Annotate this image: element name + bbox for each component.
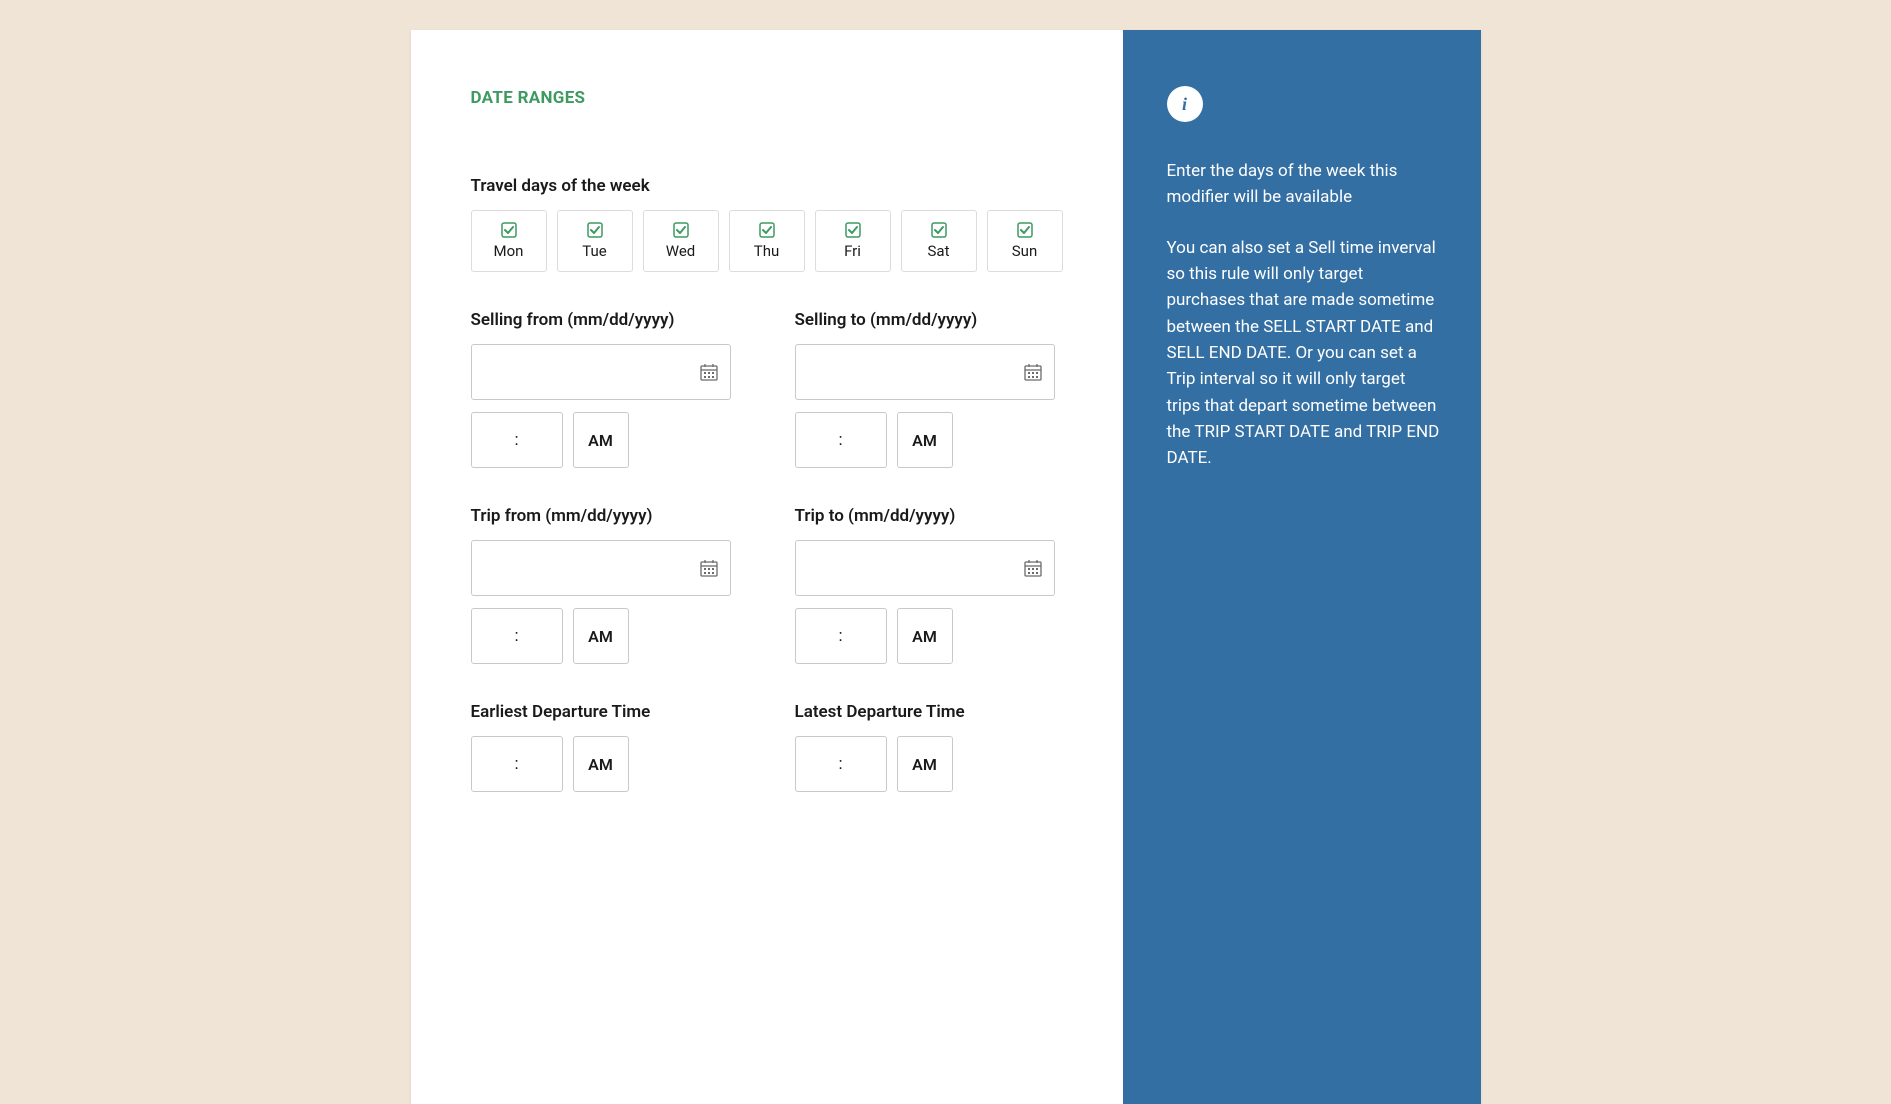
checkbox-checked-icon bbox=[673, 222, 689, 238]
section-title: DATE RANGES bbox=[471, 88, 1063, 108]
trip-to-date-input[interactable] bbox=[795, 540, 1055, 596]
date-ranges-container: DATE RANGES Travel days of the week Mon … bbox=[411, 30, 1481, 1104]
day-toggle-fri[interactable]: Fri bbox=[815, 210, 891, 272]
selling-to-time-input[interactable]: : bbox=[795, 412, 887, 468]
checkbox-checked-icon bbox=[587, 222, 603, 238]
selling-from-label: Selling from (mm/dd/yyyy) bbox=[471, 310, 731, 330]
selling-from-date-field[interactable] bbox=[484, 363, 700, 381]
trip-from-ampm-toggle[interactable]: AM bbox=[573, 608, 629, 664]
calendar-icon bbox=[700, 559, 718, 577]
earliest-departure-ampm-toggle[interactable]: AM bbox=[573, 736, 629, 792]
day-label: Sat bbox=[928, 242, 950, 260]
day-toggle-mon[interactable]: Mon bbox=[471, 210, 547, 272]
info-side-panel: i Enter the days of the week this modifi… bbox=[1123, 30, 1481, 1104]
selling-from-ampm-toggle[interactable]: AM bbox=[573, 412, 629, 468]
day-label: Wed bbox=[666, 242, 696, 260]
day-label: Fri bbox=[844, 242, 861, 260]
selling-from-date-input[interactable] bbox=[471, 344, 731, 400]
latest-departure-ampm-toggle[interactable]: AM bbox=[897, 736, 953, 792]
earliest-departure-time-input[interactable]: : bbox=[471, 736, 563, 792]
earliest-departure-label: Earliest Departure Time bbox=[471, 702, 731, 722]
info-icon: i bbox=[1167, 86, 1203, 122]
checkbox-checked-icon bbox=[845, 222, 861, 238]
day-toggle-wed[interactable]: Wed bbox=[643, 210, 719, 272]
trip-to-ampm-toggle[interactable]: AM bbox=[897, 608, 953, 664]
trip-from-time-input[interactable]: : bbox=[471, 608, 563, 664]
day-label: Sun bbox=[1012, 242, 1037, 260]
day-label: Thu bbox=[754, 242, 779, 260]
trip-to-date-field[interactable] bbox=[808, 559, 1024, 577]
day-label: Tue bbox=[582, 242, 606, 260]
day-toggle-tue[interactable]: Tue bbox=[557, 210, 633, 272]
checkbox-checked-icon bbox=[759, 222, 775, 238]
day-toggle-sat[interactable]: Sat bbox=[901, 210, 977, 272]
trip-from-date-field[interactable] bbox=[484, 559, 700, 577]
checkbox-checked-icon bbox=[931, 222, 947, 238]
latest-departure-label: Latest Departure Time bbox=[795, 702, 1055, 722]
calendar-icon bbox=[1024, 559, 1042, 577]
day-toggle-sun[interactable]: Sun bbox=[987, 210, 1063, 272]
info-paragraph-2: You can also set a Sell time inverval so… bbox=[1167, 235, 1441, 472]
days-of-week-row: Mon Tue Wed Thu Fri bbox=[471, 210, 1063, 272]
trip-from-label: Trip from (mm/dd/yyyy) bbox=[471, 506, 731, 526]
trip-from-date-input[interactable] bbox=[471, 540, 731, 596]
calendar-icon bbox=[700, 363, 718, 381]
checkbox-checked-icon bbox=[501, 222, 517, 238]
selling-to-label: Selling to (mm/dd/yyyy) bbox=[795, 310, 1055, 330]
day-toggle-thu[interactable]: Thu bbox=[729, 210, 805, 272]
selling-to-date-input[interactable] bbox=[795, 344, 1055, 400]
selling-to-date-field[interactable] bbox=[808, 363, 1024, 381]
main-form-panel: DATE RANGES Travel days of the week Mon … bbox=[411, 30, 1123, 1104]
day-label: Mon bbox=[494, 242, 524, 260]
selling-from-time-input[interactable]: : bbox=[471, 412, 563, 468]
selling-to-ampm-toggle[interactable]: AM bbox=[897, 412, 953, 468]
travel-days-heading: Travel days of the week bbox=[471, 176, 1063, 196]
trip-to-label: Trip to (mm/dd/yyyy) bbox=[795, 506, 1055, 526]
info-paragraph-1: Enter the days of the week this modifier… bbox=[1167, 158, 1441, 211]
checkbox-checked-icon bbox=[1017, 222, 1033, 238]
calendar-icon bbox=[1024, 363, 1042, 381]
trip-to-time-input[interactable]: : bbox=[795, 608, 887, 664]
latest-departure-time-input[interactable]: : bbox=[795, 736, 887, 792]
